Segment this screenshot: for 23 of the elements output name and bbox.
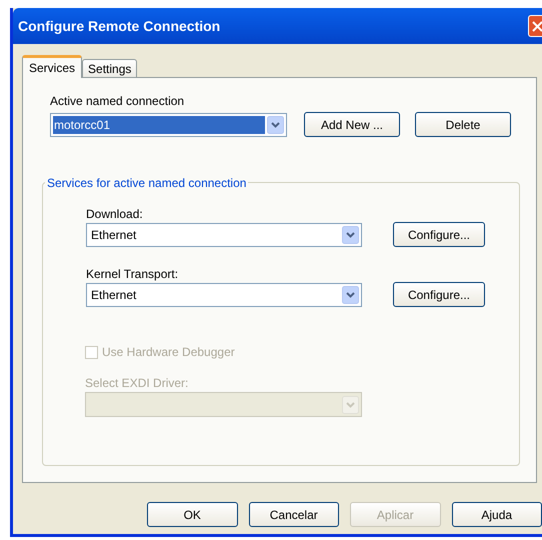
connection-dropdown[interactable]: motorcc01	[50, 112, 287, 136]
dropdown-value: motorcc01	[53, 116, 265, 134]
window-title: Configure Remote Connection	[18, 16, 220, 36]
field-label: Kernel Transport:	[86, 266, 180, 282]
dialog-button[interactable]: Ajuda	[452, 502, 542, 527]
tab[interactable]: Services	[22, 55, 82, 78]
dialog-button[interactable]: Configure...	[393, 222, 485, 247]
field-label: Download:	[86, 206, 144, 222]
service-dropdown[interactable]: Ethernet	[86, 222, 362, 246]
dialog-button[interactable]: Delete	[415, 112, 511, 137]
field-label: Select EXDI Driver:	[85, 375, 190, 392]
dropdown-value: Ethernet	[90, 286, 138, 304]
dropdown-value: Ethernet	[90, 226, 138, 244]
field-label: Active named connection	[50, 93, 186, 110]
tab[interactable]: Settings	[82, 59, 138, 78]
dialog-button[interactable]: Cancelar	[248, 502, 339, 527]
dialog-button[interactable]: Configure...	[393, 282, 485, 307]
checkbox-label: Use Hardware Debugger	[102, 344, 235, 361]
dialog-button[interactable]: OK	[147, 502, 238, 527]
dialog-button[interactable]: Add New ...	[304, 112, 400, 137]
service-dropdown[interactable]: Ethernet	[86, 282, 362, 306]
close-icon	[532, 20, 542, 32]
close-button[interactable]	[528, 15, 542, 37]
